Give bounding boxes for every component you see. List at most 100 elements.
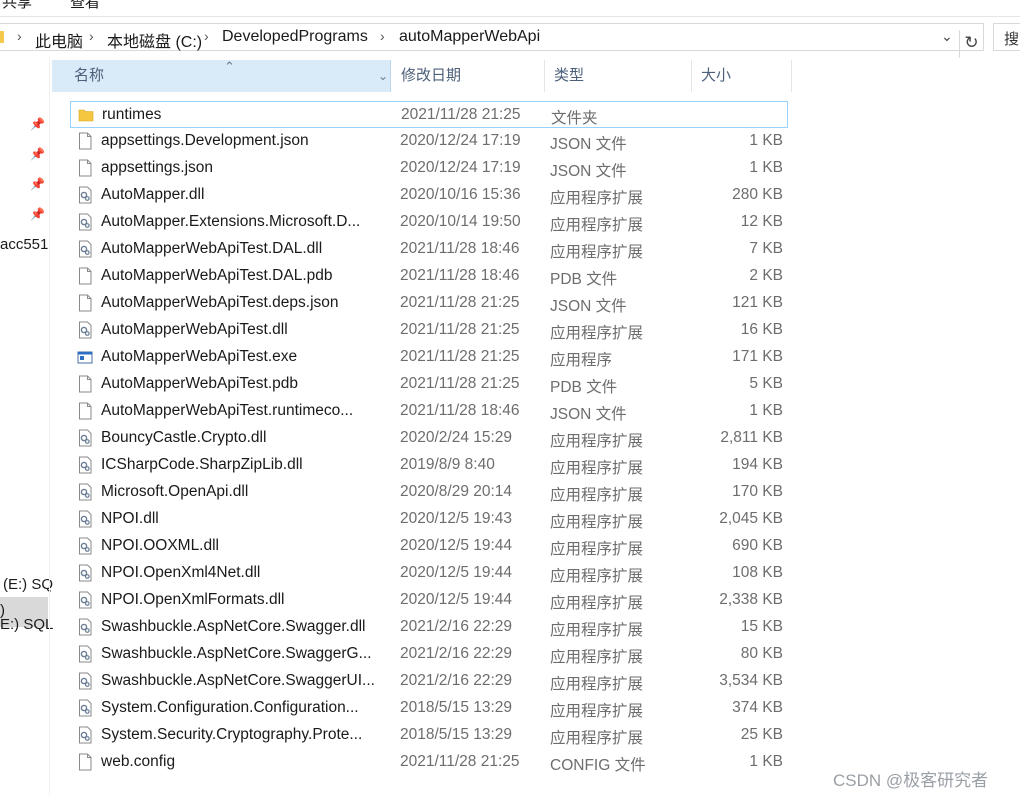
breadcrumb-automapperwebapi[interactable]: autoMapperWebApi xyxy=(399,28,540,46)
file-size: 280 KB xyxy=(732,186,783,203)
nav-item[interactable]: (E:) SQ xyxy=(3,576,53,593)
refresh-icon[interactable]: ↻ xyxy=(959,30,983,58)
address-row: › 此电脑 › 本地磁盘 (C:) › DevelopedPrograms › … xyxy=(0,17,1020,58)
file-date: 2020/2/24 15:29 xyxy=(400,429,513,446)
column-size[interactable]: 大小 xyxy=(691,60,791,92)
dll-icon xyxy=(77,699,93,717)
file-name: AutoMapperWebApiTest.exe xyxy=(101,348,298,365)
file-row[interactable]: BouncyCastle.Crypto.dll 2020/2/24 15:29 应用… xyxy=(70,425,788,452)
breadcrumb-local-disk[interactable]: 本地磁盘 (C:) xyxy=(107,28,202,52)
file-row[interactable]: AutoMapperWebApiTest.DAL.pdb 2021/11/28 1… xyxy=(70,263,788,290)
file-size: 16 KB xyxy=(740,321,783,338)
file-type: 应用程序扩展 xyxy=(550,649,644,666)
file-row[interactable]: AutoMapper.Extensions.Microsoft.D... 2020… xyxy=(70,209,788,236)
dll-icon xyxy=(77,321,93,339)
pin-icon[interactable]: 📌 xyxy=(30,147,45,161)
file-size: 121 KB xyxy=(732,294,783,311)
file-type: 应用程序扩展 xyxy=(550,568,644,585)
chevron-right-icon[interactable]: › xyxy=(380,28,385,44)
file-row[interactable]: appsettings.Development.json 2020/12/24 1… xyxy=(70,128,788,155)
file-name: NPOI.OpenXmlFormats.dll xyxy=(101,591,285,608)
file-date: 2020/12/5 19:44 xyxy=(400,564,513,581)
chevron-down-icon[interactable]: ⌄ xyxy=(378,60,388,92)
file-date: 2020/12/24 17:19 xyxy=(400,159,521,176)
file-type: 应用程序扩展 xyxy=(550,703,644,720)
file-row[interactable]: NPOI.dll 2020/12/5 19:43 应用程序扩展 2,045 KB xyxy=(70,506,788,533)
file-row[interactable]: NPOI.OpenXmlFormats.dll 2020/12/5 19:44 应用… xyxy=(70,587,788,614)
pane-divider[interactable] xyxy=(49,57,50,795)
chevron-right-icon[interactable]: › xyxy=(17,28,22,44)
file-row[interactable]: AutoMapperWebApiTest.pdb 2021/11/28 21:25… xyxy=(70,371,788,398)
file-name: Swashbuckle.AspNetCore.SwaggerUI... xyxy=(101,672,375,689)
dll-icon xyxy=(77,564,93,582)
pin-icon[interactable]: 📌 xyxy=(30,207,45,221)
file-row[interactable]: AutoMapperWebApiTest.deps.json 2021/11/28… xyxy=(70,290,788,317)
address-bar[interactable]: › 此电脑 › 本地磁盘 (C:) › DevelopedPrograms › … xyxy=(0,23,984,58)
file-type: 应用程序扩展 xyxy=(550,676,644,693)
file-row[interactable]: AutoMapperWebApiTest.dll 2021/11/28 21:25… xyxy=(70,317,788,344)
breadcrumb-this-pc[interactable]: 此电脑 xyxy=(35,28,83,52)
file-row[interactable]: Swashbuckle.AspNetCore.Swagger.dll 2021/2… xyxy=(70,614,788,641)
file-size: 2,811 KB xyxy=(720,429,783,446)
file-name: AutoMapperWebApiTest.DAL.pdb xyxy=(101,267,333,284)
file-name: NPOI.OpenXml4Net.dll xyxy=(101,564,261,581)
file-row[interactable]: Swashbuckle.AspNetCore.SwaggerG... 2021/2… xyxy=(70,641,788,668)
chevron-right-icon[interactable]: › xyxy=(204,28,209,44)
dll-icon xyxy=(77,591,93,609)
file-size: 1 KB xyxy=(749,159,783,176)
file-row[interactable]: ICSharpCode.SharpZipLib.dll 2019/8/9 8:40… xyxy=(70,452,788,479)
pin-icon[interactable]: 📌 xyxy=(30,177,45,191)
nav-item[interactable]: acc551 xyxy=(0,236,48,253)
breadcrumb-developed-programs[interactable]: DevelopedPrograms xyxy=(222,28,368,46)
file-row[interactable]: System.Security.Cryptography.Prote... 201… xyxy=(70,722,788,749)
file-date: 2021/2/16 22:29 xyxy=(400,672,513,689)
file-name: AutoMapperWebApiTest.DAL.dll xyxy=(101,240,323,257)
ribbon-tabs: 共享 查看 xyxy=(0,0,1020,17)
column-divider[interactable] xyxy=(791,60,792,92)
file-row[interactable]: AutoMapperWebApiTest.exe 2021/11/28 21:25… xyxy=(70,344,788,371)
file-date: 2019/8/9 8:40 xyxy=(400,456,495,473)
file-row[interactable]: AutoMapper.dll 2020/10/16 15:36 应用程序扩展 280 … xyxy=(70,182,788,209)
column-header: ⌃ 名称 ⌄ 修改日期 类型 大小 xyxy=(52,59,1020,92)
tab-share[interactable]: 共享 xyxy=(2,0,32,12)
file-row[interactable]: System.Configuration.Configuration... 201… xyxy=(70,695,788,722)
dll-icon xyxy=(77,510,93,528)
file-date: 2021/11/28 21:25 xyxy=(400,375,520,392)
folder-icon xyxy=(0,31,4,43)
file-name: System.Configuration.Configuration... xyxy=(101,699,359,716)
file-row[interactable]: web.config 2021/11/28 21:25 CONFIG 文件 1 KB xyxy=(70,749,788,776)
chevron-down-icon[interactable]: ⌄ xyxy=(941,28,953,45)
file-name: AutoMapper.dll xyxy=(101,186,205,203)
tab-view[interactable]: 查看 xyxy=(70,0,100,12)
file-name: AutoMapperWebApiTest.dll xyxy=(101,321,288,338)
file-row[interactable]: appsettings.json 2020/12/24 17:19 JSON 文件 1… xyxy=(70,155,788,182)
file-size: 3,534 KB xyxy=(719,672,783,689)
exe-icon xyxy=(77,348,93,366)
file-row[interactable]: runtimes 2021/11/28 21:25 文件夹 xyxy=(70,101,788,128)
file-size: 2 KB xyxy=(749,267,783,284)
file-type: 应用程序扩展 xyxy=(550,190,644,207)
file-row[interactable]: AutoMapperWebApiTest.DAL.dll 2021/11/28 1… xyxy=(70,236,788,263)
file-name: web.config xyxy=(101,753,176,770)
file-icon xyxy=(77,294,93,312)
file-row[interactable]: AutoMapperWebApiTest.runtimeco... 2021/11… xyxy=(70,398,788,425)
file-row[interactable]: Swashbuckle.AspNetCore.SwaggerUI... 2021/… xyxy=(70,668,788,695)
file-type: 应用程序扩展 xyxy=(550,217,644,234)
search-input[interactable]: 搜 xyxy=(993,23,1020,51)
file-name: System.Security.Cryptography.Prote... xyxy=(101,726,363,743)
column-type[interactable]: 类型 xyxy=(544,60,691,92)
file-row[interactable]: Microsoft.OpenApi.dll 2020/8/29 20:14 应用程序… xyxy=(70,479,788,506)
file-size: 1 KB xyxy=(749,402,783,419)
file-row[interactable]: NPOI.OOXML.dll 2020/12/5 19:44 应用程序扩展 690 K… xyxy=(70,533,788,560)
file-row[interactable]: NPOI.OpenXml4Net.dll 2020/12/5 19:44 应用程序扩… xyxy=(70,560,788,587)
column-name[interactable]: ⌃ 名称 ⌄ xyxy=(52,59,391,92)
file-size: 194 KB xyxy=(732,456,783,473)
column-date[interactable]: 修改日期 xyxy=(391,60,544,92)
file-size: 12 KB xyxy=(740,213,783,230)
nav-item[interactable]: E:) SQL xyxy=(0,616,53,633)
file-size: 690 KB xyxy=(732,537,783,554)
dll-icon xyxy=(77,537,93,555)
chevron-right-icon[interactable]: › xyxy=(89,28,94,44)
pin-icon[interactable]: 📌 xyxy=(30,117,45,131)
file-name: Swashbuckle.AspNetCore.SwaggerG... xyxy=(101,645,372,662)
